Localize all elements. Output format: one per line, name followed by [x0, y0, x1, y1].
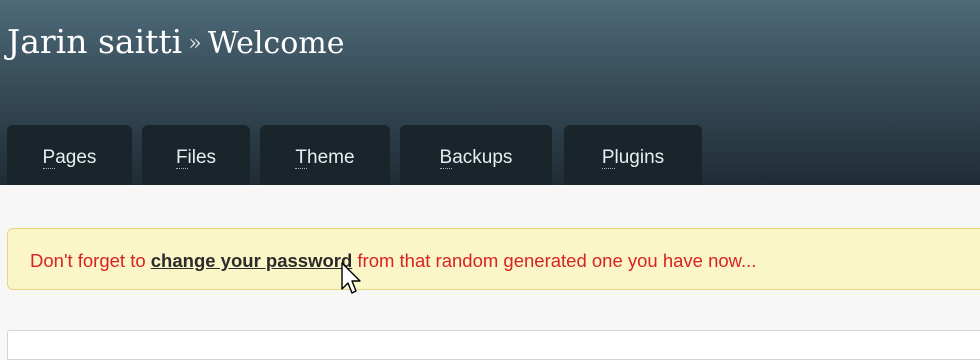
tab-files-label: Files: [175, 147, 217, 169]
site-name[interactable]: Jarin saitti: [7, 22, 182, 61]
notice-suffix: from that random generated one you have …: [352, 250, 757, 271]
tab-theme[interactable]: Theme: [260, 125, 390, 185]
tab-backups[interactable]: Backups: [400, 125, 552, 185]
change-password-link[interactable]: change your password: [151, 250, 353, 271]
tab-pages-label: Pages: [42, 147, 97, 169]
page-title: Welcome: [207, 26, 345, 61]
title-separator: »: [188, 31, 202, 56]
notice-text: Don't forget to change your password fro…: [30, 250, 756, 272]
tab-plugins-label: Plugins: [601, 147, 665, 169]
tab-theme-label: Theme: [295, 147, 355, 169]
notice-prefix: Don't forget to: [30, 250, 151, 271]
tab-files[interactable]: Files: [142, 125, 250, 185]
password-notice: Don't forget to change your password fro…: [7, 228, 980, 290]
tab-backups-label: Backups: [439, 147, 513, 169]
content-panel: [7, 330, 980, 360]
site-title: Jarin saitti» Welcome: [7, 22, 345, 61]
tab-plugins[interactable]: Plugins: [564, 125, 702, 185]
site-header: Jarin saitti» Welcome Pages Files Theme B…: [0, 0, 980, 185]
tab-pages[interactable]: Pages: [7, 125, 132, 185]
